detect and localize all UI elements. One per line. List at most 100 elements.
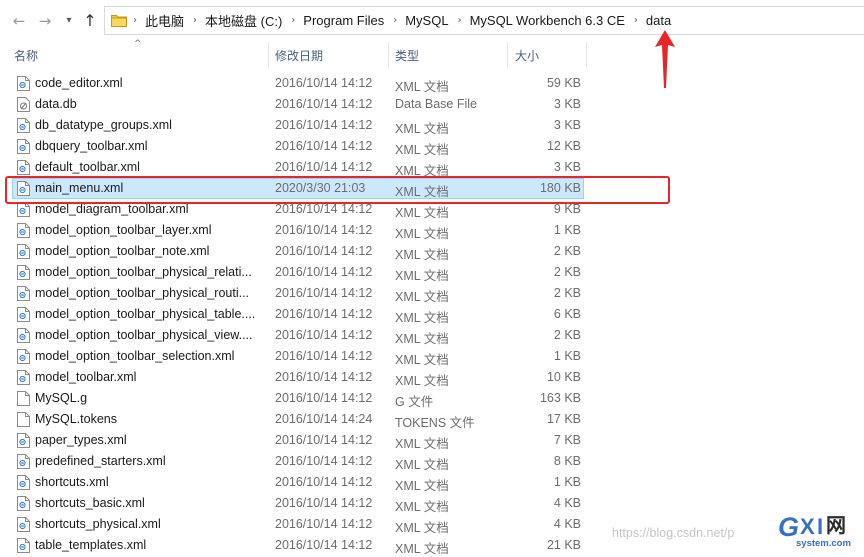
file-row[interactable]: table_templates.xml 2016/10/14 14:12 XML 文…	[0, 535, 864, 556]
file-type: XML 文档	[395, 521, 449, 535]
file-row[interactable]: model_option_toolbar_physical_routi... 20…	[0, 283, 864, 304]
file-row[interactable]: model_option_toolbar_physical_view.... 20…	[0, 325, 864, 346]
xml-file-icon	[17, 160, 30, 175]
xml-file-icon	[17, 328, 30, 343]
file-name[interactable]: db_datatype_groups.xml	[35, 118, 260, 132]
file-row[interactable]: MySQL.g 2016/10/14 14:12 G 文件 163 KB	[0, 388, 864, 409]
breadcrumb-item[interactable]: 此电脑	[145, 11, 184, 30]
file-date: 2016/10/14 14:12	[275, 454, 373, 468]
file-name[interactable]: dbquery_toolbar.xml	[35, 139, 260, 153]
column-date[interactable]: 修改日期	[275, 47, 323, 64]
file-row[interactable]: dbquery_toolbar.xml 2016/10/14 14:12 XML 文…	[0, 136, 864, 157]
file-type: XML 文档	[395, 437, 449, 451]
xml-file-icon	[17, 139, 30, 154]
svg-text:X: X	[800, 514, 815, 539]
svg-text:网: 网	[826, 513, 846, 537]
column-divider[interactable]	[388, 42, 389, 68]
column-divider[interactable]	[507, 42, 508, 68]
breadcrumb-item[interactable]: MySQL Workbench 6.3 CE	[470, 13, 625, 28]
file-row[interactable]: shortcuts.xml 2016/10/14 14:12 XML 文档 1 KB	[0, 472, 864, 493]
forward-icon[interactable]: →	[36, 12, 54, 30]
breadcrumb-item[interactable]: data	[646, 13, 671, 28]
file-name[interactable]: MySQL.tokens	[35, 412, 260, 426]
file-date: 2016/10/14 14:24	[275, 412, 373, 426]
file-type: XML 文档	[395, 143, 449, 157]
file-row[interactable]: shortcuts_physical.xml 2016/10/14 14:12 XM…	[0, 514, 864, 535]
file-name[interactable]: default_toolbar.xml	[35, 160, 260, 174]
breadcrumb-item[interactable]: MySQL	[405, 13, 448, 28]
xml-file-icon	[17, 433, 30, 448]
back-icon[interactable]: ←	[10, 12, 28, 30]
file-row[interactable]: default_toolbar.xml 2016/10/14 14:12 XML 文…	[0, 157, 864, 178]
breadcrumb-chevron-icon[interactable]: ›	[193, 15, 197, 26]
file-name[interactable]: model_option_toolbar_physical_view....	[35, 328, 260, 342]
xml-file-icon	[17, 202, 30, 217]
file-name[interactable]: code_editor.xml	[35, 76, 260, 90]
xml-file-icon	[17, 454, 30, 469]
up-icon[interactable]: ↑	[81, 12, 99, 30]
column-divider[interactable]	[268, 42, 269, 68]
file-name[interactable]: table_templates.xml	[35, 538, 260, 552]
column-name[interactable]: 名称	[14, 47, 38, 64]
file-size: 9 KB	[553, 202, 581, 216]
breadcrumb-chevron-icon[interactable]: ›	[133, 15, 137, 26]
file-name[interactable]: model_diagram_toolbar.xml	[35, 202, 260, 216]
file-name[interactable]: shortcuts.xml	[35, 475, 260, 489]
breadcrumb-chevron-icon[interactable]: ›	[634, 15, 638, 26]
file-name[interactable]: model_option_toolbar_physical_table....	[35, 307, 260, 321]
file-row[interactable]: code_editor.xml 2016/10/14 14:12 XML 文档 59 …	[0, 73, 864, 94]
column-size[interactable]: 大小	[515, 47, 539, 64]
file-row[interactable]: model_option_toolbar_layer.xml 2016/10/14…	[0, 220, 864, 241]
file-name[interactable]: data.db	[35, 97, 260, 111]
xml-file-icon	[17, 223, 30, 238]
breadcrumb-item[interactable]: Program Files	[303, 13, 384, 28]
breadcrumb-item[interactable]: 本地磁盘 (C:)	[205, 11, 282, 30]
file-date: 2016/10/14 14:12	[275, 433, 373, 447]
column-type[interactable]: 类型	[395, 47, 419, 64]
column-divider[interactable]	[586, 42, 587, 68]
breadcrumb-chevron-icon[interactable]: ›	[458, 15, 462, 26]
file-size: 21 KB	[546, 538, 581, 552]
file-size: 8 KB	[553, 454, 581, 468]
file-type: XML 文档	[395, 500, 449, 514]
file-row[interactable]: model_option_toolbar_physical_table.... 2…	[0, 304, 864, 325]
xml-file-icon	[17, 370, 30, 385]
file-row[interactable]: MySQL.tokens 2016/10/14 14:24 TOKENS 文件 17 …	[0, 409, 864, 430]
file-name[interactable]: predefined_starters.xml	[35, 454, 260, 468]
file-name[interactable]: model_option_toolbar_layer.xml	[35, 223, 260, 237]
file-name[interactable]: MySQL.g	[35, 391, 260, 405]
file-row[interactable]: data.db 2016/10/14 14:12 Data Base File 3 K…	[0, 94, 864, 115]
file-size: 6 KB	[553, 307, 581, 321]
file-row[interactable]: model_option_toolbar_note.xml 2016/10/14 …	[0, 241, 864, 262]
file-row[interactable]: paper_types.xml 2016/10/14 14:12 XML 文档 7 K…	[0, 430, 864, 451]
database-file-icon	[17, 97, 30, 112]
file-row[interactable]: db_datatype_groups.xml 2016/10/14 14:12 XM…	[0, 115, 864, 136]
file-name[interactable]: shortcuts_physical.xml	[35, 517, 260, 531]
file-name[interactable]: model_option_toolbar_selection.xml	[35, 349, 260, 363]
file-name[interactable]: model_option_toolbar_physical_routi...	[35, 286, 260, 300]
file-row[interactable]: model_option_toolbar_physical_relati... 2…	[0, 262, 864, 283]
breadcrumb-chevron-icon[interactable]: ›	[291, 15, 295, 26]
svg-text:I: I	[817, 514, 823, 539]
file-row[interactable]: model_option_toolbar_selection.xml 2016/1…	[0, 346, 864, 367]
file-type: G 文件	[395, 395, 434, 409]
file-name[interactable]: paper_types.xml	[35, 433, 260, 447]
file-name[interactable]: model_option_toolbar_note.xml	[35, 244, 260, 258]
xml-file-icon	[17, 286, 30, 301]
recent-locations-chevron-icon[interactable]: ▾	[60, 12, 78, 30]
file-row[interactable]: shortcuts_basic.xml 2016/10/14 14:12 XML 文…	[0, 493, 864, 514]
file-size: 1 KB	[553, 223, 581, 237]
file-type: XML 文档	[395, 227, 449, 241]
breadcrumb-chevron-icon[interactable]: ›	[393, 15, 397, 26]
xml-file-icon	[17, 76, 30, 91]
file-row[interactable]: predefined_starters.xml 2016/10/14 14:12 X…	[0, 451, 864, 472]
highlight-box	[5, 176, 670, 204]
file-row[interactable]: model_toolbar.xml 2016/10/14 14:12 XML 文档 1…	[0, 367, 864, 388]
file-name[interactable]: model_option_toolbar_physical_relati...	[35, 265, 260, 279]
column-header: ^ 名称 修改日期 类型 大小	[0, 39, 864, 68]
annotation-arrow-icon	[655, 30, 675, 88]
file-icon	[17, 391, 30, 406]
file-name[interactable]: shortcuts_basic.xml	[35, 496, 260, 510]
path-box[interactable]: › 此电脑 › 本地磁盘 (C:) › Program Files › MySQL › MySQL…	[104, 6, 864, 35]
file-name[interactable]: model_toolbar.xml	[35, 370, 260, 384]
